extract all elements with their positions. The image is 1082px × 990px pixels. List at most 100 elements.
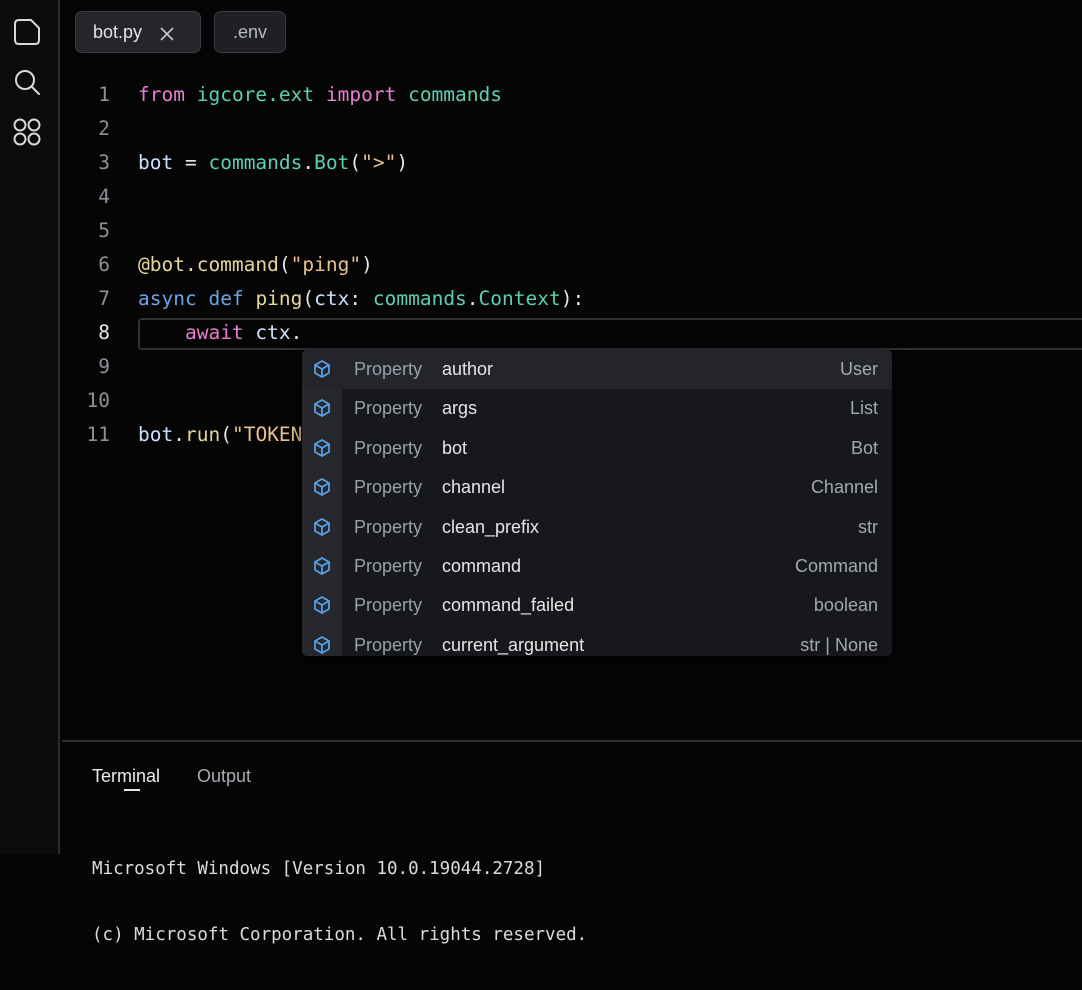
code-token: commands — [372, 287, 467, 310]
bottom-panel: Terminal Output Microsoft Windows [Versi… — [62, 740, 1082, 945]
code-text: await ctx. — [138, 316, 302, 350]
line-number: 4 — [98, 185, 110, 208]
code-line[interactable]: 8 await ctx. — [62, 316, 1082, 350]
property-icon — [312, 517, 332, 537]
code-token: igcore.ext — [196, 83, 315, 106]
line-number: 10 — [86, 389, 110, 412]
code-token: "ping" — [290, 253, 362, 276]
suggestion-item[interactable]: Property command Command — [302, 547, 892, 586]
suggestion-kind: Property — [354, 556, 423, 576]
code-line[interactable]: 1 from igcore.ext import commands — [62, 78, 1082, 112]
code-token: commands — [408, 83, 502, 106]
property-icon — [312, 635, 332, 655]
tab-bot-py[interactable]: bot.py — [75, 11, 201, 53]
suggestion-name: clean_prefix — [442, 516, 540, 537]
code-line[interactable]: 5 — [62, 214, 1082, 248]
code-token: def — [208, 287, 244, 310]
suggestion-type: Command — [794, 556, 878, 576]
code-token: ( — [220, 423, 232, 446]
close-icon[interactable] — [160, 25, 174, 41]
suggestion-name: channel — [442, 477, 506, 498]
code-line[interactable]: 7 async def ping(ctx: commands.Context): — [62, 282, 1082, 316]
line-number: 6 — [98, 253, 110, 276]
line-number: 5 — [98, 219, 110, 242]
code-token: . — [302, 151, 315, 174]
suggestion-kind: Property — [354, 516, 423, 537]
code-token: ping — [255, 287, 303, 310]
suggestion-type: Bot — [850, 437, 878, 458]
code-token: await — [184, 321, 244, 344]
code-token: ): — [560, 287, 585, 310]
code-token: import — [325, 83, 397, 106]
code-line[interactable]: 2 — [62, 112, 1082, 146]
tab-label: bot.py — [93, 21, 143, 42]
line-number: 11 — [86, 423, 110, 446]
code-token: : — [349, 287, 373, 310]
suggestion-type: boolean — [813, 595, 878, 616]
suggestion-kind: Property — [354, 359, 423, 379]
search-icon[interactable] — [11, 66, 43, 98]
property-icon — [312, 477, 332, 497]
code-token: Context — [478, 287, 561, 310]
suggestion-type: User — [839, 359, 878, 379]
suggestion-name: command_failed — [442, 595, 575, 616]
property-icon — [312, 359, 332, 379]
code-token: . — [290, 321, 303, 344]
property-icon — [312, 556, 332, 576]
code-token: . — [173, 423, 185, 446]
code-token: ( — [302, 287, 315, 310]
suggestion-type: List — [849, 398, 878, 419]
property-icon — [312, 438, 332, 458]
code-token: ( — [349, 151, 362, 174]
code-token: Bot — [314, 151, 350, 174]
suggestion-kind: Property — [354, 437, 423, 458]
property-icon — [312, 595, 332, 615]
terminal-line: (c) Microsoft Corporation. All rights re… — [92, 925, 588, 945]
code-token: ctx — [314, 287, 350, 310]
code-token: @bot.command — [138, 253, 279, 276]
line-number: 7 — [98, 287, 110, 310]
suggestion-item[interactable]: Property args List — [302, 389, 892, 428]
code-text: from igcore.ext import commands — [138, 78, 502, 112]
code-token: async — [138, 287, 197, 310]
code-line[interactable]: 6 @bot.command("ping") — [62, 248, 1082, 282]
suggestion-item[interactable]: Property clean_prefix str — [302, 508, 892, 547]
suggestion-item[interactable]: Property bot Bot — [302, 429, 892, 468]
code-line[interactable]: 3 bot = commands.Bot(">") — [62, 146, 1082, 180]
suggestion-item[interactable]: Property channel Channel — [302, 468, 892, 507]
suggestion-item[interactable]: Property current_argument str | None — [302, 626, 892, 656]
suggestion-item[interactable]: Property author User — [302, 350, 892, 389]
suggestion-name: current_argument — [442, 634, 585, 655]
suggestion-kind: Property — [354, 634, 423, 655]
code-token: ) — [361, 253, 373, 276]
terminal-output[interactable]: Microsoft Windows [Version 10.0.19044.27… — [92, 814, 587, 990]
code-token: ">" — [361, 151, 397, 174]
suggestion-kind: Property — [354, 398, 423, 419]
line-number: 3 — [98, 151, 110, 174]
suggestion-item[interactable]: Property command_failed boolean — [302, 586, 892, 625]
tab-env[interactable]: .env — [214, 11, 286, 53]
suggestion-name: author — [442, 359, 494, 379]
tab-output[interactable]: Output — [197, 766, 251, 787]
tab-label: .env — [232, 21, 268, 42]
property-icon — [312, 398, 332, 418]
suggestion-kind: Property — [354, 595, 423, 616]
code-token: commands — [208, 151, 303, 174]
tab-terminal[interactable]: Terminal — [92, 766, 160, 787]
extensions-icon[interactable] — [11, 116, 43, 148]
autocomplete-popup: Property author User Property args List Proper… — [302, 350, 892, 656]
code-token: bot — [138, 423, 174, 446]
code-token: run — [184, 423, 221, 446]
code-token: ctx — [255, 321, 291, 344]
code-line[interactable]: 4 — [62, 180, 1082, 214]
code-text: bot.run("TOKEN — [138, 418, 302, 452]
activity-bar — [0, 0, 60, 854]
suggestion-type: Channel — [810, 477, 878, 498]
code-token: . — [466, 287, 479, 310]
files-icon[interactable] — [11, 16, 43, 48]
